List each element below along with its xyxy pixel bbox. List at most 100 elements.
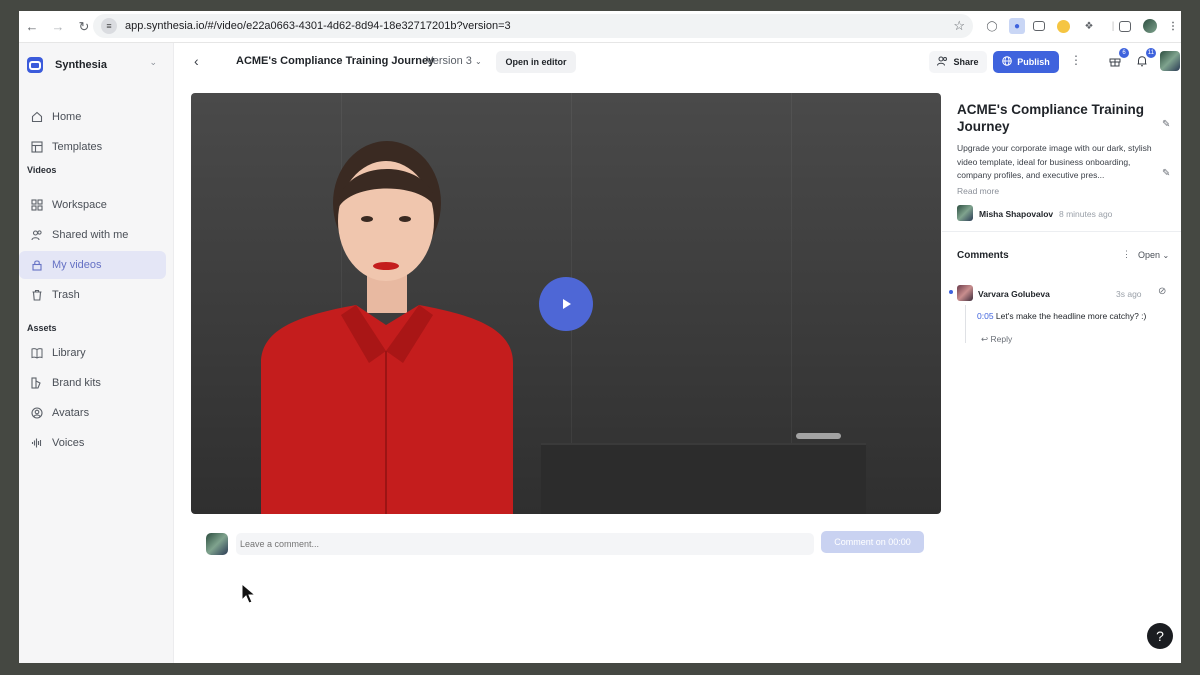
address-bar[interactable]: ≡ app.synthesia.io/#/video/e22a0663-4301…: [93, 14, 973, 38]
comment-composer: Comment on 00:00: [206, 531, 926, 557]
sidebar-item-label: Library: [52, 347, 86, 359]
bell-icon[interactable]: 11: [1134, 48, 1156, 69]
comments-filter-label: Open: [1138, 250, 1161, 260]
reply-button[interactable]: ↩ Reply: [981, 334, 1012, 345]
profile-avatar-icon[interactable]: [1143, 19, 1157, 33]
chevron-down-icon: ⌄: [1162, 251, 1170, 260]
url-text: app.synthesia.io/#/video/e22a0663-4301-4…: [125, 20, 511, 32]
shield-extension-icon[interactable]: ◯: [984, 18, 1000, 34]
play-icon: [563, 299, 571, 309]
app: Synthesia ⌄ Home Templates Videos Worksp…: [19, 43, 1181, 663]
thread-line: [965, 305, 966, 343]
sidebar-item-label: Voices: [52, 437, 85, 449]
sidebar-item-label: Avatars: [52, 407, 90, 419]
video-player[interactable]: [191, 93, 941, 514]
share-button[interactable]: Share: [929, 51, 987, 73]
author-name: Misha Shapovalov: [979, 209, 1054, 219]
brand-name: Synthesia: [55, 59, 107, 71]
sidebar-item-home[interactable]: Home: [19, 103, 166, 131]
gift-badge: 6: [1119, 48, 1129, 58]
video-title: ACME's Compliance Training Journey: [957, 102, 1144, 134]
sidebar-item-workspace[interactable]: Workspace: [19, 191, 166, 219]
author-avatar: [957, 205, 973, 221]
play-button[interactable]: [539, 277, 593, 331]
workspace-switcher[interactable]: Synthesia ⌄: [27, 53, 157, 77]
lock-icon: [30, 258, 44, 272]
trash-icon: [30, 288, 44, 302]
browser-window: ← → ↻ ≡ app.synthesia.io/#/video/e22a066…: [19, 11, 1181, 663]
version-selector[interactable]: Version 3 ⌄: [426, 55, 482, 67]
sidebar-item-label: Workspace: [52, 199, 107, 211]
site-info-icon[interactable]: ≡: [101, 18, 117, 34]
workspace-icon: [30, 198, 44, 212]
templates-icon: [30, 140, 44, 154]
sidebar-item-brand-kits[interactable]: Brand kits: [19, 369, 166, 397]
chevron-down-icon: ⌄: [474, 57, 482, 66]
open-in-editor-button[interactable]: Open in editor: [496, 51, 576, 73]
waveform-icon: [30, 436, 44, 450]
sidebar-item-voices[interactable]: Voices: [19, 429, 166, 457]
brand-kit-icon: [30, 376, 44, 390]
sidebar-item-label: Templates: [52, 141, 103, 153]
gift-icon[interactable]: 6: [1107, 48, 1129, 69]
page-header: ‹ ACME's Compliance Training Journey Ver…: [174, 43, 1181, 81]
back-chevron-icon[interactable]: ‹: [194, 53, 199, 69]
coin-extension-icon[interactable]: [1057, 20, 1070, 33]
extension-icon[interactable]: ●: [1009, 18, 1025, 34]
user-avatar[interactable]: [1160, 51, 1180, 71]
reply-arrow-icon: ↩: [981, 334, 989, 344]
video-details-panel: ACME's Compliance Training Journey ✎ Upg…: [942, 93, 1181, 653]
mouse-cursor-icon: [241, 583, 257, 604]
avatar-icon: [30, 406, 44, 420]
picture-in-picture-icon[interactable]: [1033, 21, 1045, 31]
unread-dot-icon: [949, 290, 953, 294]
section-label-assets: Assets: [27, 323, 57, 333]
more-options-icon[interactable]: ⋮: [1070, 53, 1082, 67]
forward-arrow-icon[interactable]: →: [45, 13, 71, 41]
edit-title-pencil-icon[interactable]: ✎: [1162, 119, 1170, 130]
browser-menu-icon[interactable]: ⋮: [1165, 18, 1181, 34]
sidebar-item-avatars[interactable]: Avatars: [19, 399, 166, 427]
version-label: Version 3: [426, 55, 472, 67]
comment-input[interactable]: [236, 533, 814, 555]
comments-menu-icon[interactable]: ⋮: [1122, 249, 1131, 260]
puzzle-extensions-icon[interactable]: ❖: [1081, 18, 1097, 34]
synthesia-logo-icon: [27, 57, 43, 73]
section-label-videos: Videos: [27, 165, 57, 175]
resolve-check-icon[interactable]: ⊘: [1158, 286, 1166, 297]
sidebar-item-library[interactable]: Library: [19, 339, 166, 367]
sidebar-item-label: Brand kits: [52, 377, 101, 389]
notification-badge: 11: [1145, 48, 1156, 58]
bookmark-star-icon[interactable]: ☆: [953, 18, 965, 34]
sidebar-item-templates[interactable]: Templates: [19, 133, 166, 161]
comment-timestamp-link[interactable]: 0:05: [977, 311, 994, 321]
divider: [942, 231, 1181, 232]
globe-icon: [1002, 56, 1013, 68]
sidebar-item-label: Shared with me: [52, 229, 129, 241]
publish-button[interactable]: Publish: [993, 51, 1059, 73]
shared-icon: [30, 228, 44, 242]
book-icon: [30, 346, 44, 360]
share-users-icon: [937, 56, 948, 68]
comment-text: Let's make the headline more catchy? :): [995, 311, 1147, 321]
sidebar-item-label: My videos: [52, 259, 102, 271]
sidebar-item-shared[interactable]: Shared with me: [19, 221, 166, 249]
edit-description-pencil-icon[interactable]: ✎: [1162, 168, 1170, 179]
comments-filter-dropdown[interactable]: Open ⌄: [1138, 250, 1169, 260]
comment-submit-button[interactable]: Comment on 00:00: [821, 531, 924, 553]
back-arrow-icon[interactable]: ←: [19, 13, 45, 41]
reply-label: Reply: [990, 334, 1013, 344]
chevron-down-icon: ⌄: [149, 57, 157, 67]
side-panel-icon[interactable]: [1119, 21, 1131, 32]
comments-heading: Comments: [957, 250, 1009, 261]
sidebar-item-trash[interactable]: Trash: [19, 281, 166, 309]
comment-body: 0:05 Let's make the headline more catchy…: [977, 311, 1146, 321]
sidebar-item-my-videos[interactable]: My videos: [19, 251, 166, 279]
browser-toolbar: ← → ↻ ≡ app.synthesia.io/#/video/e22a066…: [19, 11, 1181, 43]
author-time: 8 minutes ago: [1059, 209, 1113, 219]
comment-time: 3s ago: [1116, 289, 1142, 299]
comment-author: Varvara Golubeva: [978, 289, 1050, 299]
read-more-link[interactable]: Read more: [957, 186, 999, 196]
comment-author-avatar: [957, 285, 973, 301]
video-description: Upgrade your corporate image with our da…: [957, 143, 1152, 180]
